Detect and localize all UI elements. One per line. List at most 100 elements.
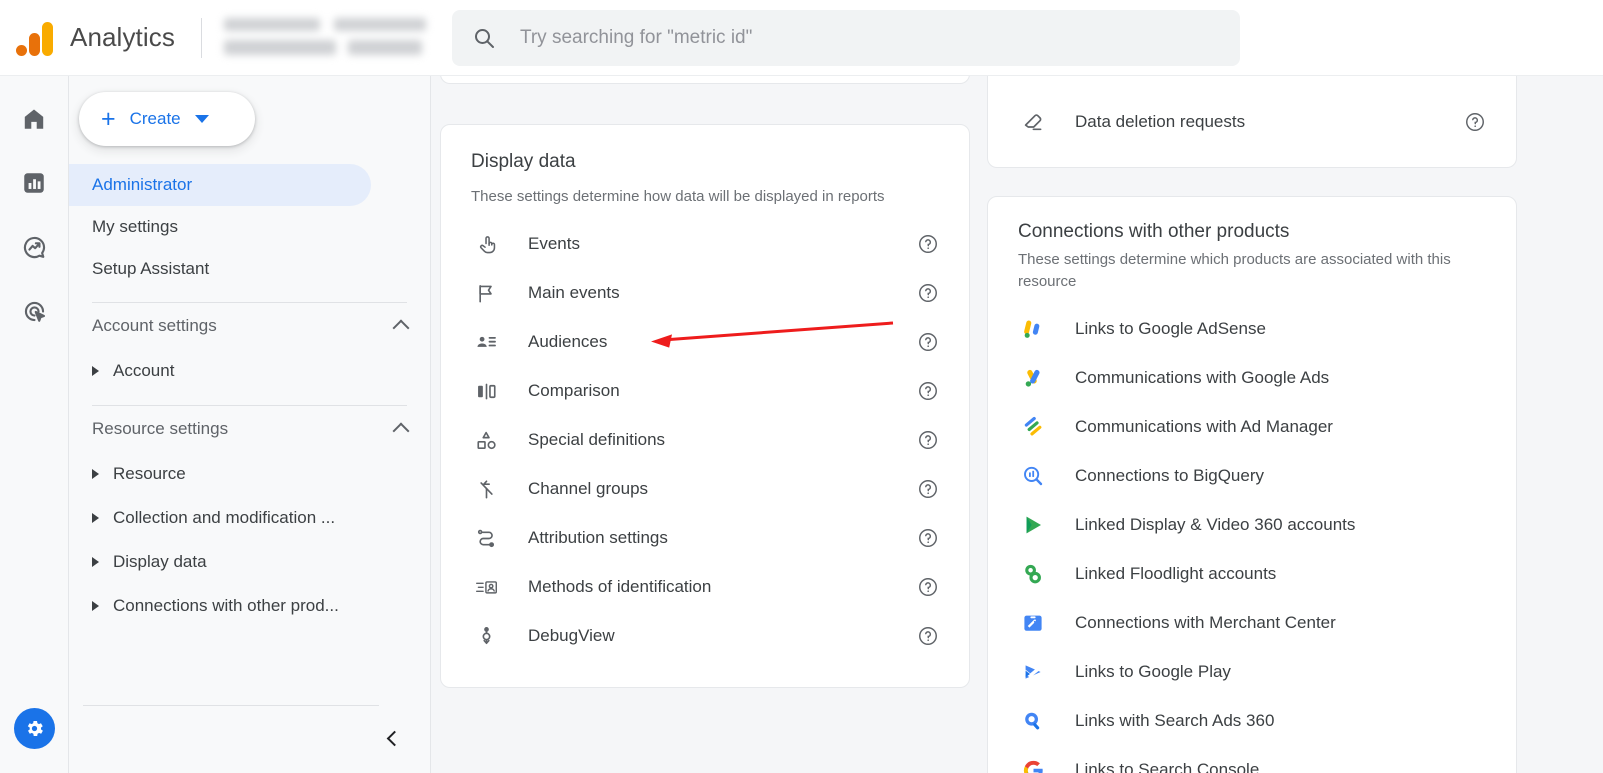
help-icon[interactable] <box>917 282 939 304</box>
top-bar: Analytics Try searching for "metric id" <box>0 0 1603 76</box>
row-label: Connections to BigQuery <box>1075 466 1264 485</box>
help-icon[interactable] <box>917 331 939 353</box>
row-merchant-center[interactable]: Connections with Merchant Center <box>1018 599 1486 648</box>
sidebar-tree-label: Resource <box>113 464 186 483</box>
chevron-up-icon <box>392 422 410 440</box>
row-label: Linked Display & Video 360 accounts <box>1075 515 1356 534</box>
row-audiences[interactable]: Audiences <box>471 318 939 367</box>
chevron-right-icon <box>92 513 99 523</box>
row-google-play[interactable]: Links to Google Play <box>1018 648 1486 697</box>
sidebar-tree-item-account[interactable]: Account <box>69 349 430 393</box>
help-icon[interactable] <box>917 625 939 647</box>
help-icon[interactable] <box>917 233 939 255</box>
row-label: Links to Search Console <box>1075 760 1260 773</box>
settings-gear-button[interactable] <box>14 708 55 749</box>
chevron-up-icon <box>392 319 410 337</box>
help-icon[interactable] <box>917 576 939 598</box>
google-g-icon <box>1018 759 1048 773</box>
search-placeholder: Try searching for "metric id" <box>519 26 753 48</box>
help-icon[interactable] <box>917 527 939 549</box>
column-right: Data deletion requests Connections with … <box>987 76 1517 773</box>
row-search-ads-360[interactable]: Links with Search Ads 360 <box>1018 697 1486 746</box>
rail-item-reports[interactable] <box>13 162 55 204</box>
sidebar-tree-item-resource[interactable]: Resource <box>69 452 430 496</box>
help-icon[interactable] <box>1464 111 1486 133</box>
row-label: Communications with Google Ads <box>1075 368 1330 387</box>
display-video-360-icon <box>1018 513 1048 537</box>
sidebar-tree-item-display-data[interactable]: Display data <box>69 540 430 584</box>
chevron-down-icon <box>194 115 209 123</box>
rail-item-explore[interactable] <box>13 226 55 268</box>
create-button[interactable]: + Create <box>79 92 255 146</box>
row-label: Links to Google AdSense <box>1075 319 1266 338</box>
row-floodlight[interactable]: Linked Floodlight accounts <box>1018 550 1486 599</box>
row-bigquery[interactable]: Connections to BigQuery <box>1018 452 1486 501</box>
property-selector-redacted[interactable] <box>223 16 430 60</box>
identification-card-icon <box>471 576 501 599</box>
rail-item-home[interactable] <box>13 98 55 140</box>
display-data-card: Display data These settings determine ho… <box>440 124 970 688</box>
help-icon[interactable] <box>917 380 939 402</box>
icon-rail <box>0 76 69 773</box>
sidebar-tree-item-collection-and-modification[interactable]: Collection and modification ... <box>69 496 430 540</box>
row-search-console[interactable]: Links to Search Console <box>1018 746 1486 773</box>
help-icon[interactable] <box>917 478 939 500</box>
row-methods-of-identification[interactable]: Methods of identification <box>471 563 939 612</box>
row-events[interactable]: Events <box>471 220 939 269</box>
chevron-right-icon <box>92 601 99 611</box>
row-label: Connections with Merchant Center <box>1075 613 1336 632</box>
sidebar-section-label: Resource settings <box>92 419 229 438</box>
merge-arrows-icon <box>471 478 501 501</box>
row-display-video-360[interactable]: Linked Display & Video 360 accounts <box>1018 501 1486 550</box>
google-ads-icon <box>1018 366 1048 390</box>
sidebar-section-account-settings[interactable]: Account settings <box>69 303 430 349</box>
touch-tap-icon <box>471 233 501 256</box>
sidebar-primary-list: Administrator My settings Setup Assistan… <box>69 164 430 290</box>
row-label: Audiences <box>528 332 608 352</box>
brand-area[interactable]: Analytics <box>0 18 175 58</box>
chevron-right-icon <box>92 469 99 479</box>
person-list-icon <box>471 331 501 354</box>
sidebar-collapse-button[interactable] <box>377 723 407 753</box>
row-attribution-settings[interactable]: Attribution settings <box>471 514 939 563</box>
row-label: Attribution settings <box>528 528 668 548</box>
sidebar: + Create Administrator My settings Setup… <box>69 76 431 773</box>
sidebar-tree-item-connections-with-other-products[interactable]: Connections with other prod... <box>69 584 430 628</box>
row-label: Methods of identification <box>528 577 712 597</box>
sidebar-item-label: My settings <box>92 217 178 236</box>
search-bar[interactable]: Try searching for "metric id" <box>451 9 1240 66</box>
help-icon[interactable] <box>917 429 939 451</box>
chevron-right-icon <box>92 366 99 376</box>
connections-row-list: Links to Google AdSense Communications w… <box>1018 305 1486 773</box>
sidebar-tree-label: Display data <box>113 552 207 571</box>
rail-item-advertising[interactable] <box>13 290 55 332</box>
row-label: DebugView <box>528 626 615 646</box>
row-label: Main events <box>528 283 620 303</box>
header-divider <box>200 17 202 58</box>
chevron-right-icon <box>92 557 99 567</box>
row-ad-manager[interactable]: Communications with Ad Manager <box>1018 403 1486 452</box>
floodlight-icon <box>1018 562 1048 586</box>
gear-icon <box>27 720 43 737</box>
shapes-icon <box>471 429 501 452</box>
brand-title: Analytics <box>70 22 175 52</box>
row-channel-groups[interactable]: Channel groups <box>471 465 939 514</box>
bigquery-icon <box>1018 464 1048 488</box>
row-label: Links with Search Ads 360 <box>1075 711 1275 730</box>
connections-title: Connections with other products <box>1018 221 1290 242</box>
row-debugview[interactable]: DebugView <box>471 612 939 661</box>
sidebar-item-my-settings[interactable]: My settings <box>69 206 430 248</box>
analytics-logo-icon <box>16 18 54 58</box>
row-main-events[interactable]: Main events <box>471 269 939 318</box>
row-special-definitions[interactable]: Special definitions <box>471 416 939 465</box>
sidebar-item-setup-assistant[interactable]: Setup Assistant <box>69 248 430 290</box>
display-data-title: Display data <box>471 151 576 172</box>
sidebar-footer-divider <box>83 705 379 706</box>
row-google-adsense[interactable]: Links to Google AdSense <box>1018 305 1486 354</box>
adsense-icon <box>1018 317 1048 341</box>
sidebar-item-administrator[interactable]: Administrator <box>69 164 371 206</box>
data-deletion-label: Data deletion requests <box>1075 111 1246 131</box>
sidebar-section-resource-settings[interactable]: Resource settings <box>69 406 430 452</box>
row-comparison[interactable]: Comparison <box>471 367 939 416</box>
row-google-ads[interactable]: Communications with Google Ads <box>1018 354 1486 403</box>
